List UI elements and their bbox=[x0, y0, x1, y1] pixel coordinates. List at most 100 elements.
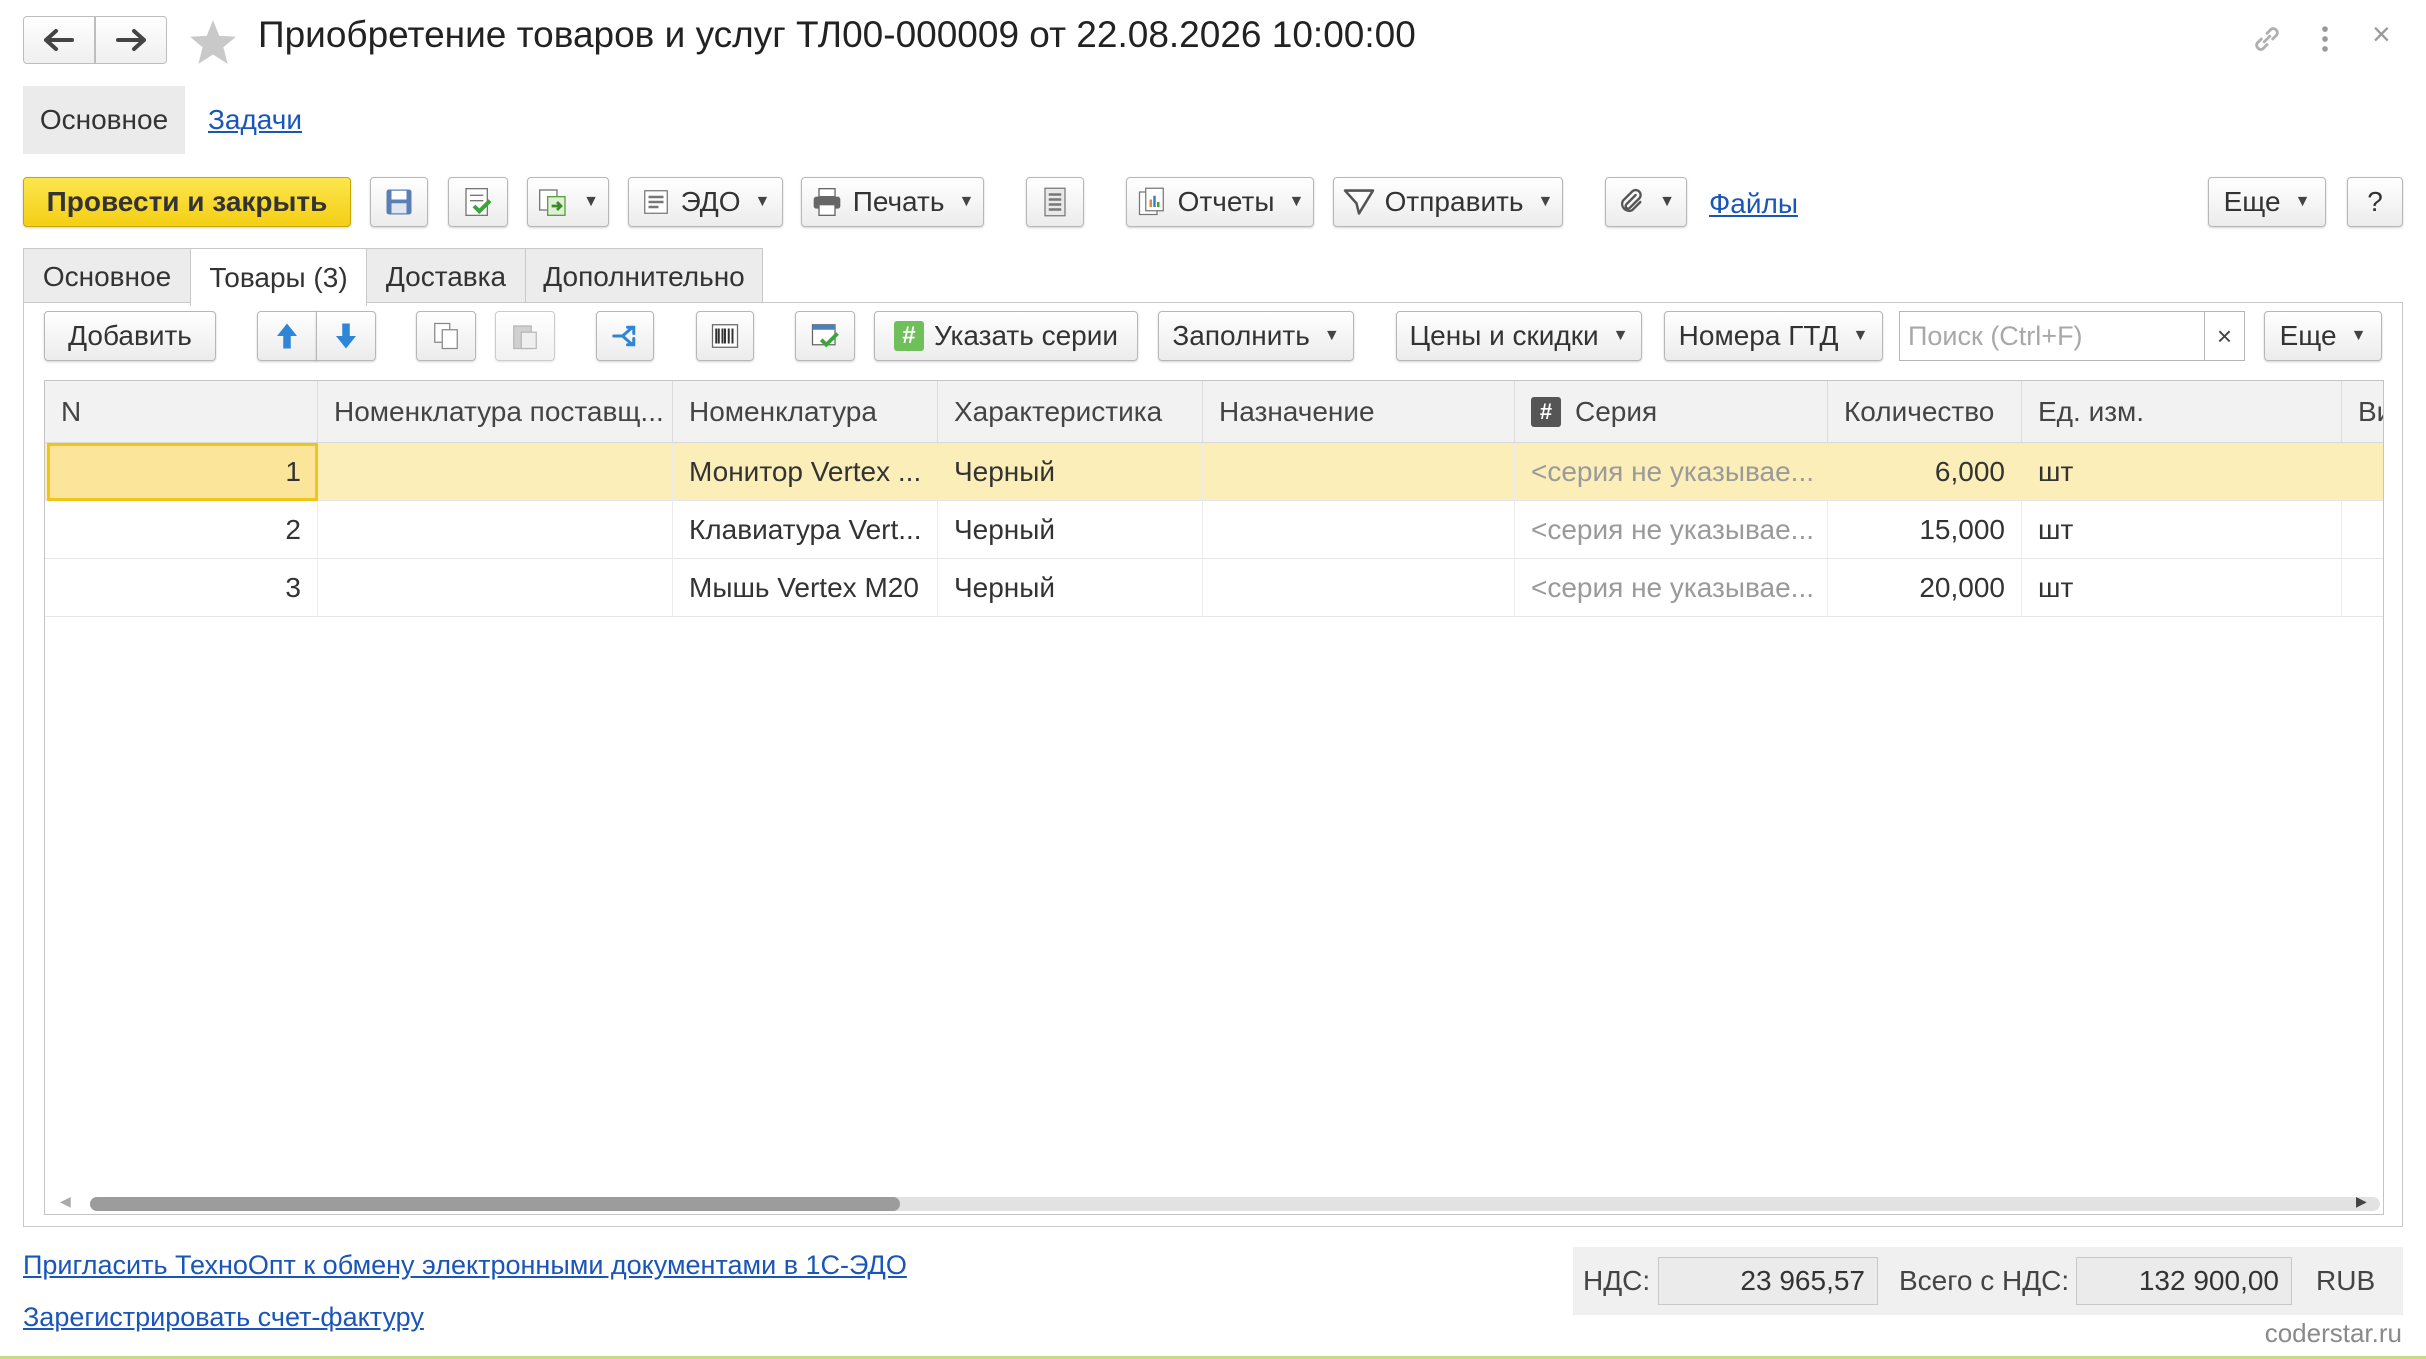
prices-discounts-button[interactable]: Цены и скидки ▼ bbox=[1396, 311, 1642, 361]
table-row[interactable]: 1 Монитор Vertex ... Черный <серия не ук… bbox=[45, 443, 2383, 501]
tab-delivery[interactable]: Доставка bbox=[366, 248, 526, 304]
chevron-down-icon: ▼ bbox=[583, 193, 599, 210]
cell-supplier-item[interactable] bbox=[318, 559, 673, 617]
scrollbar-thumb[interactable] bbox=[90, 1197, 900, 1211]
tab-goods[interactable]: Товары (3) bbox=[190, 248, 367, 306]
favorite-star-icon[interactable] bbox=[188, 18, 238, 71]
grid-more-label: Еще bbox=[2279, 320, 2337, 351]
vat-label: НДС: bbox=[1583, 1265, 1651, 1296]
fill-label: Заполнить bbox=[1172, 320, 1310, 351]
print-label: Печать bbox=[852, 186, 945, 217]
files-link[interactable]: Файлы bbox=[1709, 188, 1798, 220]
attachments-button[interactable]: ▼ bbox=[1605, 177, 1687, 227]
gtd-numbers-button[interactable]: Номера ГТД ▼ bbox=[1664, 311, 1883, 361]
more-button[interactable]: Еще ▼ bbox=[2208, 177, 2326, 227]
column-header-next[interactable]: Ви bbox=[2342, 381, 2383, 443]
specify-series-button[interactable]: # Указать серии bbox=[874, 311, 1138, 361]
chevron-down-icon: ▼ bbox=[1612, 327, 1629, 344]
tab-main[interactable]: Основное bbox=[23, 248, 191, 304]
cell-item[interactable]: Монитор Vertex ... bbox=[673, 443, 938, 501]
scroll-right-icon[interactable]: ▶ bbox=[2356, 1193, 2367, 1210]
column-header-characteristic[interactable]: Характеристика bbox=[938, 381, 1203, 443]
currency-label: RUB bbox=[2316, 1265, 2376, 1296]
save-button[interactable] bbox=[370, 177, 428, 227]
back-button[interactable] bbox=[23, 16, 95, 64]
scroll-left-icon[interactable]: ◀ bbox=[60, 1193, 71, 1210]
cell-item[interactable]: Клавиатура Vert... bbox=[673, 501, 938, 559]
create-based-on-button[interactable]: ▼ bbox=[527, 177, 609, 227]
search-field[interactable]: Поиск (Ctrl+F) × bbox=[1899, 311, 2245, 361]
barcode-button[interactable] bbox=[696, 311, 754, 361]
horizontal-scrollbar[interactable]: ◀ ▶ bbox=[44, 1193, 2384, 1213]
column-header-supplier-item[interactable]: Номенклатура поставщ... bbox=[318, 381, 673, 443]
cell-quantity[interactable]: 6,000 bbox=[1828, 443, 2022, 501]
cell-n[interactable]: 1 bbox=[47, 443, 318, 501]
cell-n[interactable]: 3 bbox=[45, 559, 318, 617]
column-header-purpose[interactable]: Назначение bbox=[1203, 381, 1515, 443]
cell-series[interactable]: <серия не указывае... bbox=[1515, 501, 1828, 559]
print-button[interactable]: Печать ▼ bbox=[801, 177, 984, 227]
cell-series[interactable]: <серия не указывае... bbox=[1515, 559, 1828, 617]
move-up-button[interactable] bbox=[257, 311, 317, 361]
send-button[interactable]: Отправить ▼ bbox=[1333, 177, 1563, 227]
cell-characteristic[interactable]: Черный bbox=[938, 559, 1203, 617]
edo-button[interactable]: ЭДО ▼ bbox=[628, 177, 783, 227]
cell-quantity[interactable]: 15,000 bbox=[1828, 501, 2022, 559]
chevron-down-icon: ▼ bbox=[2294, 193, 2311, 210]
column-header-series[interactable]: # Серия bbox=[1515, 381, 1828, 443]
check-button[interactable] bbox=[795, 311, 855, 361]
move-down-button[interactable] bbox=[316, 311, 376, 361]
split-arrows-icon bbox=[612, 325, 636, 347]
goods-table[interactable]: N Номенклатура поставщ... Номенклатура Х… bbox=[44, 380, 2384, 1215]
fill-button[interactable]: Заполнить ▼ bbox=[1158, 311, 1354, 361]
cell-unit[interactable]: шт bbox=[2022, 559, 2342, 617]
register-invoice-link[interactable]: Зарегистрировать счет-фактуру bbox=[23, 1302, 424, 1333]
clear-search-icon[interactable]: × bbox=[2204, 312, 2244, 360]
add-row-button[interactable]: Добавить bbox=[44, 311, 216, 361]
search-input[interactable]: Поиск (Ctrl+F) bbox=[1900, 321, 2204, 352]
cell-unit[interactable]: шт bbox=[2022, 443, 2342, 501]
copy-button[interactable] bbox=[416, 311, 476, 361]
invite-edo-link[interactable]: Пригласить ТехноОпт к обмену электронным… bbox=[23, 1250, 907, 1281]
table-row[interactable]: 3 Мышь Vertex M20 Черный <серия не указы… bbox=[45, 559, 2383, 617]
post-button[interactable] bbox=[448, 177, 508, 227]
grid-more-button[interactable]: Еще ▼ bbox=[2264, 311, 2382, 361]
column-header-item[interactable]: Номенклатура bbox=[673, 381, 938, 443]
table-row[interactable]: 2 Клавиатура Vert... Черный <серия не ук… bbox=[45, 501, 2383, 559]
total-label: Всего с НДС: bbox=[1899, 1265, 2070, 1296]
cell-n[interactable]: 2 bbox=[45, 501, 318, 559]
cell-unit[interactable]: шт bbox=[2022, 501, 2342, 559]
cell-series[interactable]: <серия не указывае... bbox=[1515, 443, 1828, 501]
cell-purpose[interactable] bbox=[1203, 559, 1515, 617]
send-label: Отправить bbox=[1384, 186, 1524, 217]
total-value: 132 900,00 bbox=[2076, 1257, 2292, 1305]
forward-button[interactable] bbox=[95, 16, 167, 64]
more-vertical-icon[interactable] bbox=[2318, 22, 2332, 61]
cell-item[interactable]: Мышь Vertex M20 bbox=[673, 559, 938, 617]
cell-characteristic[interactable]: Черный bbox=[938, 501, 1203, 559]
cell-purpose[interactable] bbox=[1203, 501, 1515, 559]
cell-characteristic[interactable]: Черный bbox=[938, 443, 1203, 501]
column-header-quantity[interactable]: Количество bbox=[1828, 381, 2022, 443]
tab-additional[interactable]: Дополнительно bbox=[525, 248, 763, 304]
help-button[interactable]: ? bbox=[2347, 177, 2403, 227]
totals-panel: НДС: 23 965,57 Всего с НДС: 132 900,00 R… bbox=[1573, 1247, 2403, 1315]
link-icon[interactable] bbox=[2250, 22, 2284, 61]
cell-purpose[interactable] bbox=[1203, 443, 1515, 501]
column-header-n[interactable]: N bbox=[45, 381, 318, 443]
close-icon[interactable]: × bbox=[2372, 16, 2391, 53]
barcode-icon bbox=[711, 324, 739, 348]
reports-button[interactable]: Отчеты ▼ bbox=[1126, 177, 1314, 227]
section-main[interactable]: Основное bbox=[23, 86, 185, 154]
column-header-unit[interactable]: Ед. изм. bbox=[2022, 381, 2342, 443]
section-tasks[interactable]: Задачи bbox=[200, 86, 310, 154]
split-line-button[interactable] bbox=[596, 311, 654, 361]
journal-button[interactable] bbox=[1026, 177, 1084, 227]
cell-supplier-item[interactable] bbox=[318, 501, 673, 559]
cell-quantity[interactable]: 20,000 bbox=[1828, 559, 2022, 617]
chevron-down-icon: ▼ bbox=[1659, 193, 1675, 210]
cell-supplier-item[interactable] bbox=[318, 443, 673, 501]
prices-discounts-label: Цены и скидки bbox=[1409, 320, 1599, 351]
post-and-close-button[interactable]: Провести и закрыть bbox=[23, 177, 351, 227]
paste-button[interactable] bbox=[495, 311, 555, 361]
